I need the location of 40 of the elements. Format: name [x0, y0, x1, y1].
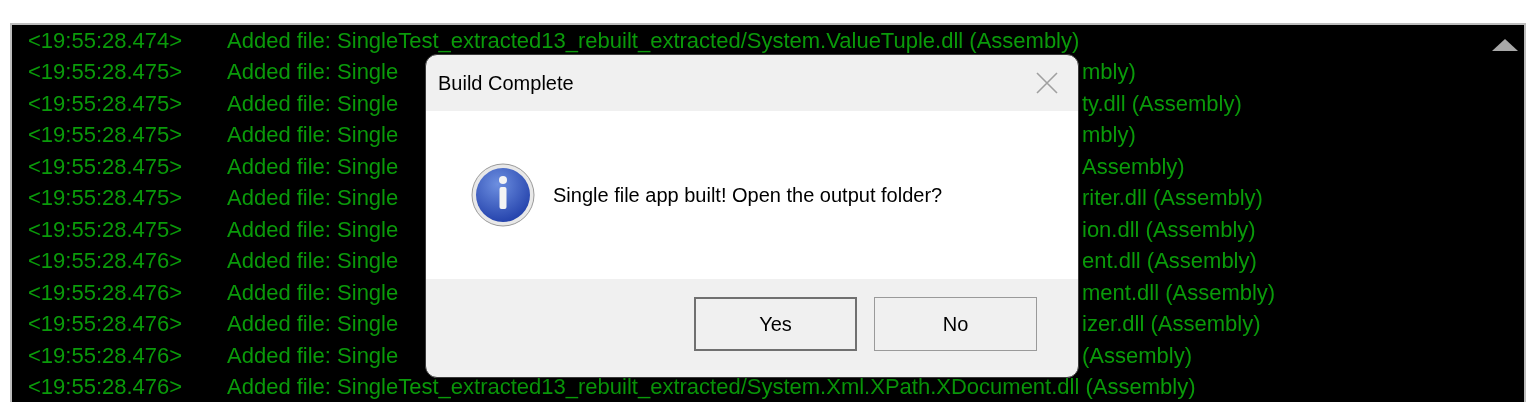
log-timestamp: <19:55:28.476>: [28, 249, 184, 274]
log-timestamp: <19:55:28.476>: [28, 312, 184, 337]
log-message: Added file: Single: [227, 123, 399, 148]
log-message: (Assembly): [1082, 343, 1192, 368]
log-timestamp: <19:55:28.475>: [28, 217, 184, 242]
log-timestamp: <19:55:28.474>: [28, 28, 184, 53]
log-message: Added file: Single: [227, 60, 399, 85]
log-timestamp: <19:55:28.476>: [28, 280, 184, 305]
log-timestamp: <19:55:28.475>: [28, 60, 184, 85]
log-message: ment.dll (Assembly): [1082, 280, 1276, 305]
log-message: Added file: Single: [227, 312, 399, 337]
dialog-button[interactable]: Yes: [694, 297, 857, 351]
log-message: ion.dll (Assembly): [1082, 217, 1256, 242]
log-timestamp: <19:55:28.475>: [28, 154, 184, 179]
log-timestamp: <19:55:28.476>: [28, 343, 184, 368]
log-message: Added file: Single: [227, 249, 399, 274]
info-icon: [471, 163, 535, 227]
log-message: Added file: Single: [227, 280, 399, 305]
dialog-message: Single file app built! Open the output folder?: [553, 183, 943, 208]
log-message: ty.dll (Assembly): [1082, 91, 1242, 116]
scroll-up-icon[interactable]: [1492, 39, 1518, 51]
log-message: Added file: Single: [227, 186, 399, 211]
log-message: Assembly): [1082, 154, 1185, 179]
log-message: Added file: Single: [227, 154, 399, 179]
log-timestamp: <19:55:28.475>: [28, 91, 184, 116]
log-message: mbly): [1082, 123, 1136, 148]
log-message: riter.dll (Assembly): [1082, 186, 1263, 211]
log-message: Added file: SingleTest_extracted13_rebuilt_extracted/System.Xml.XPath.XDocument.dll (Assembly): [227, 375, 1196, 400]
dialog-button[interactable]: No: [874, 297, 1037, 351]
log-message: Added file: Single: [227, 91, 399, 116]
log-timestamp: <19:55:28.476>: [28, 375, 184, 400]
log-timestamp: <19:55:28.475>: [28, 123, 184, 148]
log-timestamp: <19:55:28.475>: [28, 186, 184, 211]
log-message: Added file: Single: [227, 343, 399, 368]
log-message: mbly): [1082, 60, 1136, 85]
log-message: ent.dll (Assembly): [1082, 249, 1257, 274]
log-message: Added file: SingleTest_extracted13_rebuilt_extracted/System.ValueTuple.dll (Assembly): [227, 28, 1080, 53]
log-message: Added file: Single: [227, 217, 399, 242]
log-message: izer.dll (Assembly): [1082, 312, 1261, 337]
dialog-title: Build Complete: [438, 71, 574, 96]
